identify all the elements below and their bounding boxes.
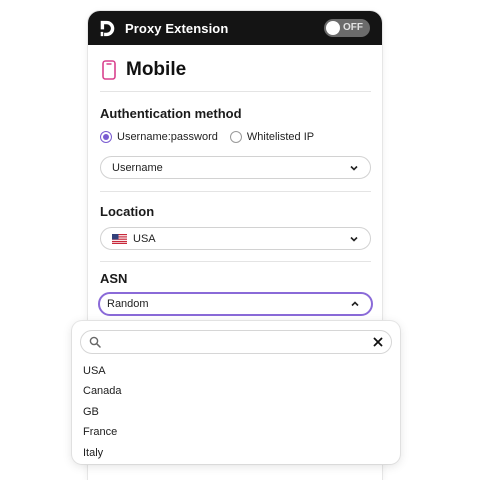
radio-whitelisted-ip[interactable]: Whitelisted IP <box>229 131 315 143</box>
search-icon <box>89 336 101 348</box>
select-value: USA <box>133 232 156 245</box>
location-select[interactable]: USA <box>100 227 371 250</box>
radio-button-checked[interactable] <box>100 131 112 143</box>
radio-label: Whitelisted IP <box>246 131 315 143</box>
toggle-label: OFF <box>343 22 363 33</box>
chevron-down-icon <box>350 236 358 242</box>
select-value: Username <box>112 161 163 174</box>
dropdown-option[interactable]: USA <box>83 361 122 381</box>
dropdown-option[interactable]: GB <box>83 402 122 422</box>
chevron-down-icon <box>350 165 358 171</box>
dropdown-option[interactable]: France <box>83 422 122 442</box>
divider <box>100 191 371 192</box>
select-value: Random <box>107 298 149 310</box>
dropdown-options-list: USA Canada GB France Italy <box>83 361 122 463</box>
dropdown-search-box <box>80 330 392 354</box>
username-select[interactable]: Username <box>100 156 371 179</box>
location-label: Location <box>100 204 155 219</box>
toggle-knob <box>326 21 340 35</box>
chevron-up-icon <box>351 301 359 307</box>
auth-method-label: Authentication method <box>100 106 242 121</box>
asn-select[interactable]: Random <box>98 292 373 316</box>
proxy-toggle[interactable]: OFF <box>324 19 370 37</box>
dropdown-search-input[interactable] <box>107 334 367 350</box>
asn-label: ASN <box>100 271 128 286</box>
logo-icon <box>100 20 115 36</box>
header-bar: Proxy Extension OFF <box>88 11 382 45</box>
page-title: Mobile <box>126 59 187 80</box>
us-flag-icon <box>112 233 127 244</box>
radio-button[interactable] <box>229 131 242 143</box>
divider <box>100 91 371 92</box>
radio-username-password[interactable]: Username:password <box>100 131 218 143</box>
divider <box>100 261 371 262</box>
radio-label: Username:password <box>117 131 218 143</box>
mobile-phone-icon <box>102 60 116 80</box>
dropdown-option[interactable]: Canada <box>83 381 122 401</box>
dropdown-option[interactable]: Italy <box>83 443 122 463</box>
asn-dropdown-menu: USA Canada GB France Italy <box>72 321 400 464</box>
page-title-row: Mobile <box>101 59 186 81</box>
close-icon[interactable] <box>373 337 383 347</box>
auth-method-radios: Username:password Whitelisted IP <box>100 131 326 143</box>
header-title: Proxy Extension <box>125 20 229 36</box>
